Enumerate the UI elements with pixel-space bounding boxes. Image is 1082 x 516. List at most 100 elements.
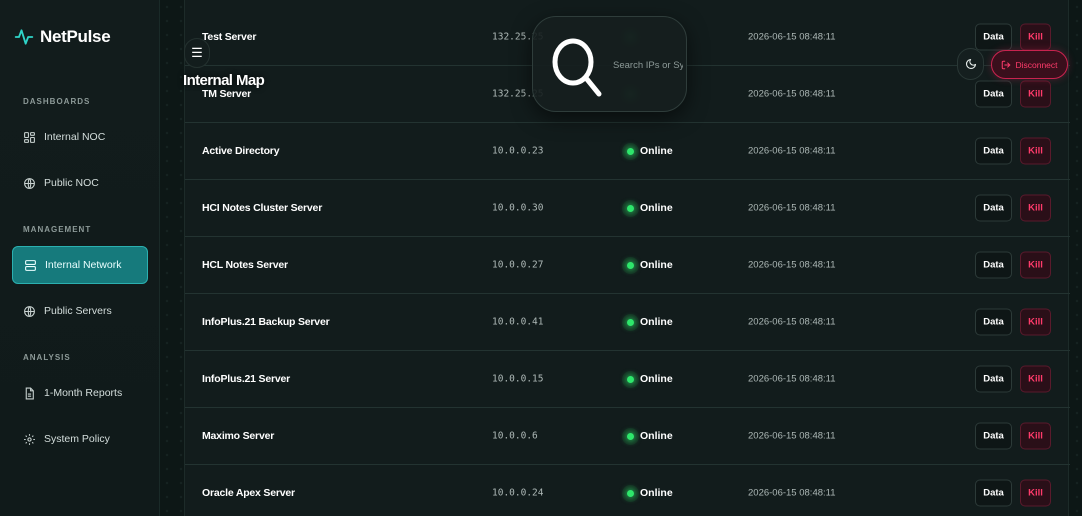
server-status: Online (627, 373, 673, 385)
server-last-seen: 2026-06-15 08:48:11 (748, 430, 836, 442)
status-label: Online (640, 373, 673, 385)
status-label: Online (640, 202, 673, 214)
globe-icon (24, 177, 35, 189)
sidebar-item-public-servers[interactable]: Public Servers (12, 292, 148, 330)
moon-icon (965, 58, 976, 70)
table-row: HCI Notes Cluster Server 10.0.0.30 Onlin… (185, 180, 1070, 237)
search-input[interactable] (613, 55, 683, 75)
data-button[interactable]: Data (975, 308, 1012, 336)
sidebar-item-internal-network[interactable]: Internal Network (12, 246, 148, 284)
kill-button[interactable]: Kill (1020, 23, 1051, 51)
sidebar-item-label: Internal Network (45, 259, 122, 271)
kill-button[interactable]: Kill (1020, 137, 1051, 165)
logout-icon (1002, 60, 1011, 69)
data-button[interactable]: Data (975, 251, 1012, 279)
status-label: Online (640, 430, 673, 442)
kill-button[interactable]: Kill (1020, 80, 1051, 108)
server-last-seen: 2026-06-15 08:48:11 (748, 31, 836, 43)
sidebar-item-internal-noc[interactable]: Internal NOC (12, 118, 148, 156)
data-button[interactable]: Data (975, 194, 1012, 222)
status-dot-icon (627, 261, 634, 269)
server-status: Online (627, 487, 673, 499)
brand[interactable]: NetPulse (14, 24, 111, 50)
data-button[interactable]: Data (975, 23, 1012, 51)
server-status: Online (627, 259, 673, 271)
pulse-logo-icon (14, 29, 34, 45)
kill-button[interactable]: Kill (1020, 365, 1051, 393)
status-label: Online (640, 259, 673, 271)
globe-icon (24, 305, 35, 317)
server-ip: 10.0.0.6 (492, 430, 538, 442)
data-button[interactable]: Data (975, 422, 1012, 450)
status-dot-icon (627, 204, 634, 212)
server-name: Active Directory (202, 145, 280, 157)
server-ip: 10.0.0.27 (492, 259, 544, 271)
gear-icon (24, 433, 35, 445)
kill-button[interactable]: Kill (1020, 308, 1051, 336)
status-label: Online (640, 316, 673, 328)
kill-button[interactable]: Kill (1020, 251, 1051, 279)
kill-button[interactable]: Kill (1020, 479, 1051, 507)
server-name: Test Server (202, 31, 257, 43)
status-dot-icon (627, 147, 634, 155)
disconnect-button[interactable]: Disconnect (991, 50, 1068, 79)
status-dot-icon (627, 318, 634, 326)
server-name: Maximo Server (202, 430, 275, 442)
server-ip: 10.0.0.41 (492, 316, 544, 328)
kill-button[interactable]: Kill (1020, 422, 1051, 450)
sidebar-item-public-noc[interactable]: Public NOC (12, 164, 148, 202)
table-row: HCL Notes Server 10.0.0.27 Online 2026-0… (185, 237, 1070, 294)
server-status: Online (627, 145, 673, 157)
sidebar-item-label: System Policy (44, 433, 110, 445)
sidebar-item-label: Internal NOC (44, 131, 106, 143)
server-status: Online (627, 430, 673, 442)
sidebar-item-reports[interactable]: 1-Month Reports (12, 374, 148, 412)
table-row: InfoPlus.21 Server 10.0.0.15 Online 2026… (185, 351, 1070, 408)
sidebar-item-label: Public NOC (44, 177, 99, 189)
server-ip: 10.0.0.23 (492, 145, 544, 157)
search-box[interactable] (532, 16, 687, 112)
page-title: Internal Map (183, 72, 265, 89)
status-dot-icon (627, 489, 634, 497)
theme-toggle-button[interactable] (957, 48, 984, 80)
status-dot-icon (627, 432, 634, 440)
table-row: InfoPlus.21 Backup Server 10.0.0.41 Onli… (185, 294, 1070, 351)
document-icon (25, 387, 34, 399)
disconnect-label: Disconnect (1015, 59, 1058, 70)
server-ip: 10.0.0.24 (492, 487, 544, 499)
server-name: Oracle Apex Server (202, 487, 295, 499)
section-label-analysis: ANALYSIS (23, 353, 71, 362)
server-status: Online (627, 202, 673, 214)
menu-toggle-button[interactable]: ☰ (184, 38, 210, 68)
server-last-seen: 2026-06-15 08:48:11 (748, 202, 836, 214)
server-last-seen: 2026-06-15 08:48:11 (748, 88, 836, 100)
data-button[interactable]: Data (975, 365, 1012, 393)
table-row: Active Directory 10.0.0.23 Online 2026-0… (185, 123, 1070, 180)
data-button[interactable]: Data (975, 137, 1012, 165)
server-ip: 10.0.0.15 (492, 373, 544, 385)
server-name: TM Server (202, 88, 251, 100)
server-name: HCL Notes Server (202, 259, 288, 271)
server-name: InfoPlus.21 Backup Server (202, 316, 330, 328)
sidebar-item-label: 1-Month Reports (44, 387, 123, 399)
server-last-seen: 2026-06-15 08:48:11 (748, 259, 836, 271)
status-label: Online (640, 145, 673, 157)
kill-button[interactable]: Kill (1020, 194, 1051, 222)
server-icon (25, 259, 36, 271)
server-name: HCI Notes Cluster Server (202, 202, 323, 214)
data-button[interactable]: Data (975, 80, 1012, 108)
app-name: NetPulse (40, 27, 111, 46)
server-last-seen: 2026-06-15 08:48:11 (748, 373, 836, 385)
section-label-management: MANAGEMENT (23, 225, 92, 234)
sidebar-item-system-policy[interactable]: System Policy (12, 420, 148, 458)
status-dot-icon (627, 375, 634, 383)
status-label: Online (640, 487, 673, 499)
section-label-dashboards: DASHBOARDS (23, 97, 91, 106)
server-name: InfoPlus.21 Server (202, 373, 291, 385)
data-button[interactable]: Data (975, 479, 1012, 507)
table-row: Oracle Apex Server 10.0.0.24 Online 2026… (185, 465, 1070, 516)
search-icon (552, 38, 602, 97)
sidebar-item-label: Public Servers (44, 305, 112, 317)
table-row: Maximo Server 10.0.0.6 Online 2026-06-15… (185, 408, 1070, 465)
server-last-seen: 2026-06-15 08:48:11 (748, 487, 836, 499)
